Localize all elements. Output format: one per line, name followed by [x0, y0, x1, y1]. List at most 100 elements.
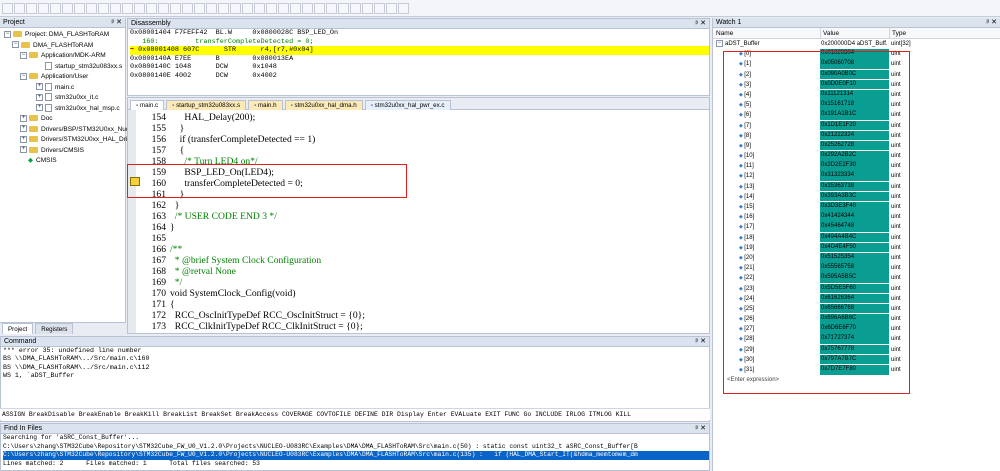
editor-tab[interactable]: ▪ stm32u0xx_hal_pwr_ex.c	[364, 100, 451, 110]
toolbar-button[interactable]	[86, 3, 97, 14]
folder-icon	[29, 125, 38, 132]
find-result-line[interactable]: Searching for 'aSRC_Const_Buffer'...	[3, 434, 709, 443]
tree-item[interactable]: + main.c	[2, 82, 125, 94]
editor-tab[interactable]: ▪ main.c	[130, 100, 165, 110]
toolbar-button[interactable]	[62, 3, 73, 14]
toolbar-button[interactable]	[386, 3, 397, 14]
tree-item[interactable]: +startup_stm32u083xx.s	[2, 61, 125, 73]
disassembly-row[interactable]: 0x08001404 F7FEFF42 BL.W 0x0800028C BSP_…	[130, 29, 709, 38]
expand-icon[interactable]: −	[20, 72, 27, 80]
expand-icon[interactable]: +	[20, 135, 27, 143]
code-line[interactable]: 154 HAL_Delay(200);	[136, 112, 709, 123]
tree-item[interactable]: ◆ CMSIS	[2, 156, 125, 167]
toolbar-button[interactable]	[14, 3, 25, 14]
code-line[interactable]: 167 * @brief System Clock Configuration	[136, 255, 709, 266]
tree-item[interactable]: − Project: DMA_FLASHToRAM	[2, 30, 125, 41]
toolbar-button[interactable]	[158, 3, 169, 14]
toolbar-button[interactable]	[218, 3, 229, 14]
find-result-line[interactable]: C:\Users\zhang\STM32Cube\Repository\STM3…	[3, 451, 709, 460]
code-line[interactable]: 164}	[136, 222, 709, 233]
expand-icon[interactable]: +	[36, 83, 43, 91]
expand-icon[interactable]: +	[20, 146, 27, 154]
expand-icon[interactable]: +	[36, 104, 43, 112]
tree-item[interactable]: + stm32u0xx_it.c	[2, 93, 125, 104]
tree-item[interactable]: − Application/MDK-ARM	[2, 51, 125, 62]
expand-icon[interactable]: −	[20, 51, 27, 59]
disassembly-row[interactable]: 0x0800140C 1048 DCW 0x1048	[130, 63, 709, 72]
toolbar-button[interactable]	[110, 3, 121, 14]
toolbar-button[interactable]	[134, 3, 145, 14]
code-text: {	[170, 145, 185, 156]
disassembly-row[interactable]: 160: transferCompleteDetected = 0;	[130, 38, 709, 47]
toolbar-button[interactable]	[2, 3, 13, 14]
toolbar-button[interactable]	[146, 3, 157, 14]
toolbar-button[interactable]	[350, 3, 361, 14]
toolbar-button[interactable]	[278, 3, 289, 14]
toolbar-button[interactable]	[338, 3, 349, 14]
code-line[interactable]: 157 {	[136, 145, 709, 156]
code-line[interactable]: 156 if (transferCompleteDetected == 1)	[136, 134, 709, 145]
tree-item[interactable]: + stm32u0xx_hal_msp.c	[2, 103, 125, 115]
code-line[interactable]: 171 {	[136, 299, 709, 310]
expand-icon[interactable]: +	[36, 93, 43, 101]
tab-registers[interactable]: Registers	[35, 323, 74, 334]
expand-icon[interactable]: −	[12, 41, 19, 49]
code-line[interactable]: 155 }	[136, 123, 709, 134]
toolbar-button[interactable]	[374, 3, 385, 14]
find-result-line[interactable]: Lines matched: 2 Files matched: 1 Total …	[3, 460, 709, 469]
code-line[interactable]: 168 * @retval None	[136, 266, 709, 277]
toolbar-button[interactable]	[98, 3, 109, 14]
code-line[interactable]: 165	[136, 233, 709, 244]
watch-root-row[interactable]: − aDST_Buffer 0x200000D4 aDST_Buff... uin…	[713, 39, 1000, 49]
toolbar-button[interactable]	[38, 3, 49, 14]
toolbar-button[interactable]	[170, 3, 181, 14]
toolbar-button[interactable]	[182, 3, 193, 14]
toolbar-button[interactable]	[266, 3, 277, 14]
editor-tab[interactable]: ▪ stm32u0xx_hal_dma.h	[284, 100, 363, 110]
toolbar-button[interactable]	[50, 3, 61, 14]
code-line[interactable]: 170 void SystemClock_Config(void)	[136, 288, 709, 299]
toolbar-button[interactable]	[290, 3, 301, 14]
disassembly-row[interactable]: ➡ 0x08001408 607C STR r4,[r7,#0x04]	[130, 46, 709, 55]
toolbar-button[interactable]	[362, 3, 373, 14]
expand-icon[interactable]: +	[20, 114, 27, 122]
disassembly-row[interactable]: 0x0800140E 4002 DCW 0x4002	[130, 72, 709, 81]
code-text: HAL_Delay(200);	[170, 112, 256, 123]
toolbar-button[interactable]	[194, 3, 205, 14]
toolbar-button[interactable]	[254, 3, 265, 14]
tab-project[interactable]: Project	[2, 323, 34, 334]
toolbar-button[interactable]	[326, 3, 337, 14]
close-icon[interactable]: ᵖ ✕	[112, 18, 125, 28]
toolbar-button[interactable]	[230, 3, 241, 14]
expand-icon[interactable]: −	[4, 30, 11, 38]
toolbar-button[interactable]	[302, 3, 313, 14]
toolbar-button[interactable]	[314, 3, 325, 14]
tree-item[interactable]: − DMA_FLASHToRAM	[2, 41, 125, 52]
code-line[interactable]: 169 */	[136, 277, 709, 288]
tree-item[interactable]: − Application/User	[2, 72, 125, 83]
code-line[interactable]: 163 /* USER CODE END 3 */	[136, 211, 709, 222]
tree-item[interactable]: + Doc	[2, 114, 125, 125]
tree-item[interactable]: + Drivers/STM32U0xx_HAL_Dri	[2, 135, 127, 146]
breakpoint-gutter[interactable]	[128, 110, 136, 333]
toolbar-button[interactable]	[206, 3, 217, 14]
toolbar-button[interactable]	[74, 3, 85, 14]
expand-icon[interactable]: +	[20, 125, 27, 133]
line-number: 171	[151, 299, 166, 310]
toolbar-button[interactable]	[122, 3, 133, 14]
toolbar-button[interactable]	[26, 3, 37, 14]
tree-item[interactable]: + Drivers/BSP/STM32U0xx_Nuc	[2, 125, 129, 136]
disassembly-row[interactable]: 0x0800140A E7EE B 0x080013EA	[130, 55, 709, 64]
code-line[interactable]: 172 RCC_OscInitTypeDef RCC_OscInitStruct…	[136, 310, 709, 321]
disassembly-panel: Disassembly ᵖ ✕ 0x08001404 F7FEFF42 BL.W …	[127, 18, 710, 96]
code-line[interactable]: 166 /**	[136, 244, 709, 255]
editor-tab[interactable]: ▪ main.h	[248, 100, 283, 110]
find-result-line[interactable]: C:\Users\zhang\STM32Cube\Repository\STM3…	[3, 443, 709, 452]
code-line[interactable]: 173 RCC_ClkInitTypeDef RCC_ClkInitStruct…	[136, 321, 709, 332]
folder-icon	[29, 73, 38, 80]
toolbar-button[interactable]	[242, 3, 253, 14]
tree-item[interactable]: + Drivers/CMSIS	[2, 146, 125, 157]
editor-tab[interactable]: ▪ startup_stm32u083xx.s	[166, 100, 247, 110]
code-line[interactable]: 162 }	[136, 200, 709, 211]
toolbar-button[interactable]	[398, 3, 409, 14]
